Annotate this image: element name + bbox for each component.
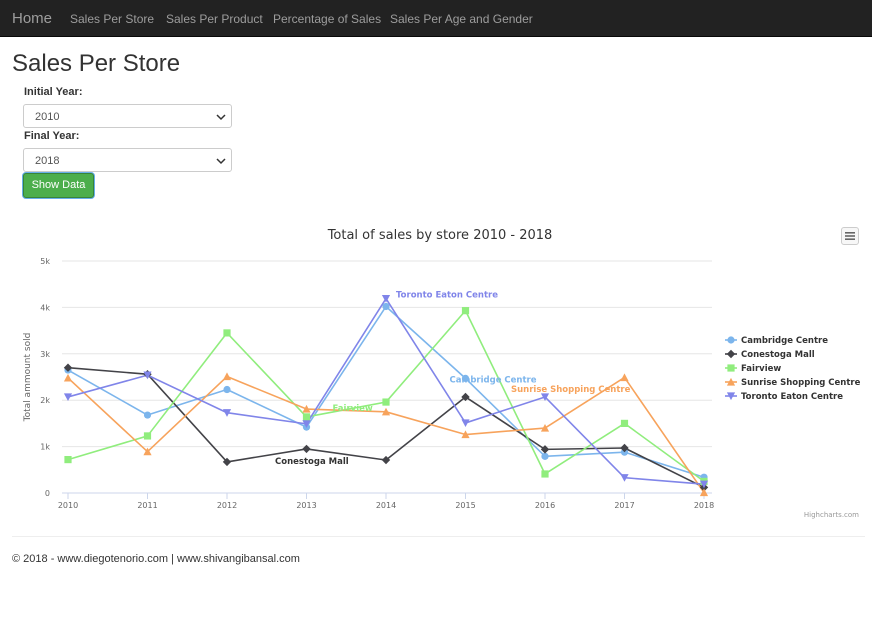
y-tick-label: 5k [40,257,50,266]
initial-year-select[interactable]: 2010 [23,104,232,128]
y-tick-label: 3k [40,350,50,359]
data-point[interactable] [382,302,390,311]
data-point[interactable] [620,373,629,382]
data-point[interactable] [541,452,549,460]
series-label: Conestoga Mall [275,457,349,467]
chevron-down-icon [216,114,226,121]
show-data-button[interactable]: Show Data [23,173,94,198]
y-tick-label: 0 [45,489,50,498]
data-point[interactable] [63,373,73,382]
final-year-label: Final Year: [24,130,80,142]
data-point[interactable] [302,413,311,421]
nav-percentage-of-sales[interactable]: Percentage of Sales [273,12,381,26]
page-title: Sales Per Store [12,50,181,77]
data-point[interactable] [222,372,232,381]
sales-line-chart: Total of sales by store 2010 - 2018 Tota… [23,228,861,519]
x-tick-label: 2014 [376,501,396,510]
legend-marker[interactable] [727,336,735,344]
data-point[interactable] [381,294,391,303]
nav-home-link[interactable]: Home [12,10,52,27]
x-tick-label: 2017 [614,501,634,510]
y-tick-label: 4k [40,303,50,312]
data-point[interactable] [461,307,470,315]
nav-sales-per-store[interactable]: Sales Per Store [70,12,154,26]
footer-text: © 2018 - www.diegotenorio.com | www.shiv… [12,553,300,565]
initial-year-label: Initial Year: [24,86,83,98]
legend-label[interactable]: Sunrise Shopping Centre [741,378,861,388]
y-tick-label: 2k [40,396,50,405]
legend-item[interactable]: Toronto Eaton Centre [725,392,843,402]
legend-label[interactable]: Cambridge Centre [741,336,828,346]
chart-menu-button[interactable] [841,227,859,245]
hamburger-menu-icon [845,232,855,240]
data-point[interactable] [302,444,311,454]
series-line-fairview [67,309,705,483]
x-tick-label: 2013 [296,501,316,510]
initial-year-value: 2010 [35,111,60,123]
data-point[interactable] [620,419,629,427]
series-label: Fairview [333,404,373,414]
legend-label[interactable]: Fairview [741,364,781,374]
data-point[interactable] [143,432,152,440]
y-axis-label: Total ammount sold [23,333,33,423]
nav-sales-per-age-gender[interactable]: Sales Per Age and Gender [390,12,533,26]
chevron-down-icon [216,158,226,165]
legend-marker[interactable] [727,364,735,372]
legend-item[interactable]: Sunrise Shopping Centre [725,377,861,388]
data-point[interactable] [382,398,390,406]
legend-item[interactable]: Conestoga Mall [725,349,815,360]
legend-marker[interactable] [726,349,736,359]
data-point[interactable] [64,455,72,464]
data-point[interactable] [143,411,152,419]
footer-divider [12,536,865,537]
x-tick-label: 2012 [217,501,237,510]
data-point[interactable] [223,329,231,337]
x-tick-label: 2010 [58,501,78,510]
x-tick-label: 2011 [137,501,157,510]
legend-item[interactable]: Fairview [725,364,781,374]
series-label: Sunrise Shopping Centre [511,385,631,395]
x-tick-label: 2018 [694,501,714,510]
y-tick-label: 1k [40,443,50,452]
highcharts-credits[interactable]: Highcharts.com [804,511,859,519]
legend-label[interactable]: Conestoga Mall [741,350,815,360]
data-point[interactable] [223,385,231,394]
data-point[interactable] [541,470,549,478]
x-tick-label: 2016 [535,501,555,510]
x-tick-label: 2015 [455,501,475,510]
data-point[interactable] [461,419,470,428]
final-year-value: 2018 [35,155,60,167]
series-label: Toronto Eaton Centre [396,291,498,301]
top-navbar: Home Sales Per Store Sales Per Product P… [0,0,872,37]
legend-item[interactable]: Cambridge Centre [725,336,828,346]
nav-sales-per-product[interactable]: Sales Per Product [166,12,263,26]
final-year-select[interactable]: 2018 [23,148,232,172]
legend-label[interactable]: Toronto Eaton Centre [741,392,843,402]
chart-title: Total of sales by store 2010 - 2018 [327,228,553,243]
series-label: Cambridge Centre [450,375,537,385]
